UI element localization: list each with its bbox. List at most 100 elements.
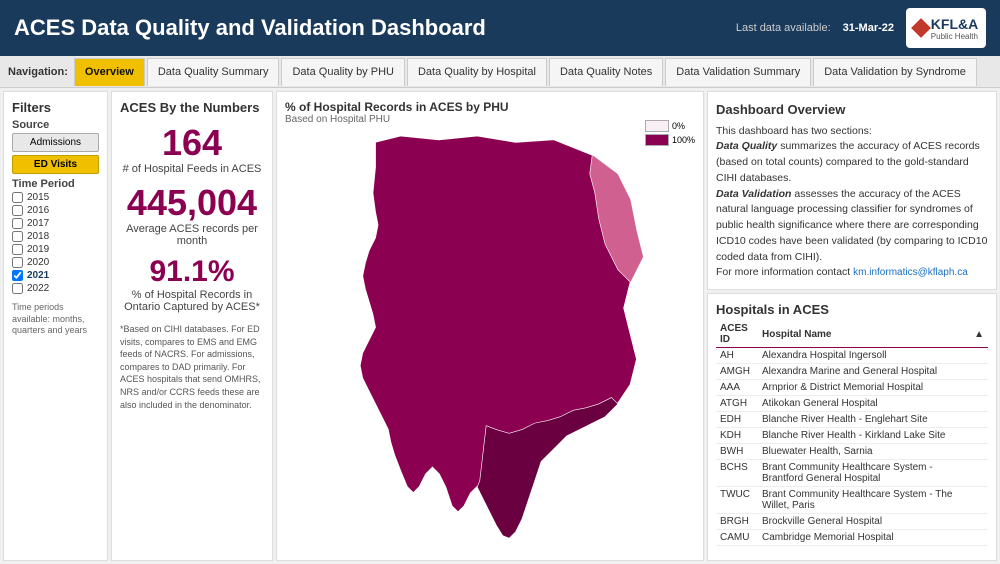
numbers-title: ACES By the Numbers — [120, 100, 264, 115]
tab-dq-hospital[interactable]: Data Quality by Hospital — [407, 58, 547, 86]
overview-contact-text: For more information contact — [716, 266, 853, 278]
table-row: TWUCBrant Community Healthcare System - … — [716, 487, 988, 514]
stat3-value: 91.1% — [120, 257, 264, 287]
hospital-scroll-spacer — [970, 460, 988, 487]
col-header-name: Hospital Name — [758, 321, 970, 348]
ed-visits-button[interactable]: ED Visits — [12, 155, 99, 174]
year-2021[interactable]: 2021 — [12, 270, 99, 281]
hospital-id: BCHS — [716, 460, 758, 487]
tab-dq-summary[interactable]: Data Quality Summary — [147, 58, 280, 86]
stat1-label: # of Hospital Feeds in ACES — [120, 163, 264, 175]
logo-text: KFL&A — [931, 16, 978, 32]
overview-panel: Dashboard Overview This dashboard has tw… — [707, 91, 997, 290]
table-row: BCHSBrant Community Healthcare System - … — [716, 460, 988, 487]
logo-diamond — [911, 18, 931, 38]
hospital-id: AMGH — [716, 364, 758, 380]
overview-email-link[interactable]: km.informatics@kflaph.ca — [853, 267, 968, 278]
page-title: ACES Data Quality and Validation Dashboa… — [14, 15, 486, 41]
table-row: AHAlexandra Hospital Ingersoll — [716, 348, 988, 364]
hospital-name: Bluewater Health, Sarnia — [758, 444, 970, 460]
hospital-id: BWH — [716, 444, 758, 460]
table-row: BWHBluewater Health, Sarnia — [716, 444, 988, 460]
tab-dv-summary[interactable]: Data Validation Summary — [665, 58, 811, 86]
ontario-map-svg — [285, 129, 695, 551]
hospital-scroll-spacer — [970, 530, 988, 546]
filters-title: Filters — [12, 100, 99, 115]
overview-dq-label: Data Quality — [716, 140, 777, 152]
year-2019[interactable]: 2019 — [12, 244, 99, 255]
tab-overview[interactable]: Overview — [74, 58, 145, 86]
map-subtitle: Based on Hospital PHU — [285, 114, 695, 125]
stat3-label: % of Hospital Records in Ontario Capture… — [120, 289, 264, 313]
hospital-id: BRGH — [716, 514, 758, 530]
map-title: % of Hospital Records in ACES by PHU — [285, 100, 695, 114]
hospital-scroll-spacer — [970, 396, 988, 412]
hospital-id: EDH — [716, 412, 758, 428]
hospital-scroll-spacer — [970, 380, 988, 396]
year-2015[interactable]: 2015 — [12, 192, 99, 203]
tab-dq-notes[interactable]: Data Quality Notes — [549, 58, 663, 86]
legend-100: 100% — [645, 134, 695, 146]
hospital-name: Blanche River Health - Kirkland Lake Sit… — [758, 428, 970, 444]
logo-subtext: Public Health — [931, 32, 978, 41]
hospitals-panel: Hospitals in ACES ACES ID Hospital Name … — [707, 293, 997, 561]
filters-panel: Filters Source Admissions ED Visits Time… — [3, 91, 108, 561]
hospital-name: Brant Community Healthcare System - Bran… — [758, 460, 970, 487]
source-label: Source — [12, 119, 99, 131]
map-legend: 0% 100% — [645, 120, 695, 146]
hospital-name: Alexandra Hospital Ingersoll — [758, 348, 970, 364]
hospital-id: KDH — [716, 428, 758, 444]
overview-dv-label: Data Validation — [716, 188, 791, 200]
hospital-name: Brockville General Hospital — [758, 514, 970, 530]
stat1-value: 164 — [120, 125, 264, 161]
table-row: AMGHAlexandra Marine and General Hospita… — [716, 364, 988, 380]
overview-text1: This dashboard has two sections: — [716, 125, 872, 137]
hospital-name: Atikokan General Hospital — [758, 396, 970, 412]
hospital-name: Blanche River Health - Englehart Site — [758, 412, 970, 428]
legend-100-label: 100% — [672, 135, 695, 145]
table-row: CAMUCambridge Memorial Hospital — [716, 530, 988, 546]
hospital-name: Brant Community Healthcare System - The … — [758, 487, 970, 514]
hospital-name: Arnprior & District Memorial Hospital — [758, 380, 970, 396]
hospital-scroll-spacer — [970, 348, 988, 364]
legend-box-100 — [645, 134, 669, 146]
table-row: ATGHAtikokan General Hospital — [716, 396, 988, 412]
tab-dv-syndrome[interactable]: Data Validation by Syndrome — [813, 58, 977, 86]
legend-0-label: 0% — [672, 121, 685, 131]
stat2-value: 445,004 — [120, 185, 264, 221]
last-data-label: Last data available: — [736, 22, 831, 34]
year-2022[interactable]: 2022 — [12, 283, 99, 294]
year-2017[interactable]: 2017 — [12, 218, 99, 229]
year-2016[interactable]: 2016 — [12, 205, 99, 216]
logo: KFL&A Public Health — [906, 8, 986, 48]
col-header-id: ACES ID — [716, 321, 758, 348]
overview-title: Dashboard Overview — [716, 100, 988, 120]
last-data-value: 31-Mar-22 — [843, 22, 894, 34]
hospital-scroll-spacer — [970, 487, 988, 514]
stat2-label: Average ACES records per month — [120, 223, 264, 247]
table-row: KDHBlanche River Health - Kirkland Lake … — [716, 428, 988, 444]
hospital-id: TWUC — [716, 487, 758, 514]
hospitals-title: Hospitals in ACES — [716, 302, 988, 317]
table-row: BRGHBrockville General Hospital — [716, 514, 988, 530]
hospital-id: ATGH — [716, 396, 758, 412]
year-2020[interactable]: 2020 — [12, 257, 99, 268]
filter-note: Time periods available: months, quarters… — [12, 302, 99, 337]
admissions-button[interactable]: Admissions — [12, 133, 99, 152]
col-header-scroll: ▲ — [970, 321, 988, 348]
hospital-id: AAA — [716, 380, 758, 396]
right-panel: Dashboard Overview This dashboard has tw… — [707, 91, 997, 561]
legend-box-0 — [645, 120, 669, 132]
hospital-name: Alexandra Marine and General Hospital — [758, 364, 970, 380]
overview-text: This dashboard has two sections: Data Qu… — [716, 124, 988, 282]
hospital-scroll-spacer — [970, 514, 988, 530]
tab-dq-phu[interactable]: Data Quality by PHU — [281, 58, 404, 86]
main-content: Filters Source Admissions ED Visits Time… — [0, 88, 1000, 564]
numbers-panel: ACES By the Numbers 164 # of Hospital Fe… — [111, 91, 273, 561]
hospital-name: Cambridge Memorial Hospital — [758, 530, 970, 546]
hospital-id: AH — [716, 348, 758, 364]
hospitals-table: ACES ID Hospital Name ▲ AHAlexandra Hosp… — [716, 321, 988, 546]
nav-bar: Navigation: Overview Data Quality Summar… — [0, 56, 1000, 88]
map-panel: % of Hospital Records in ACES by PHU Bas… — [276, 91, 704, 561]
year-2018[interactable]: 2018 — [12, 231, 99, 242]
